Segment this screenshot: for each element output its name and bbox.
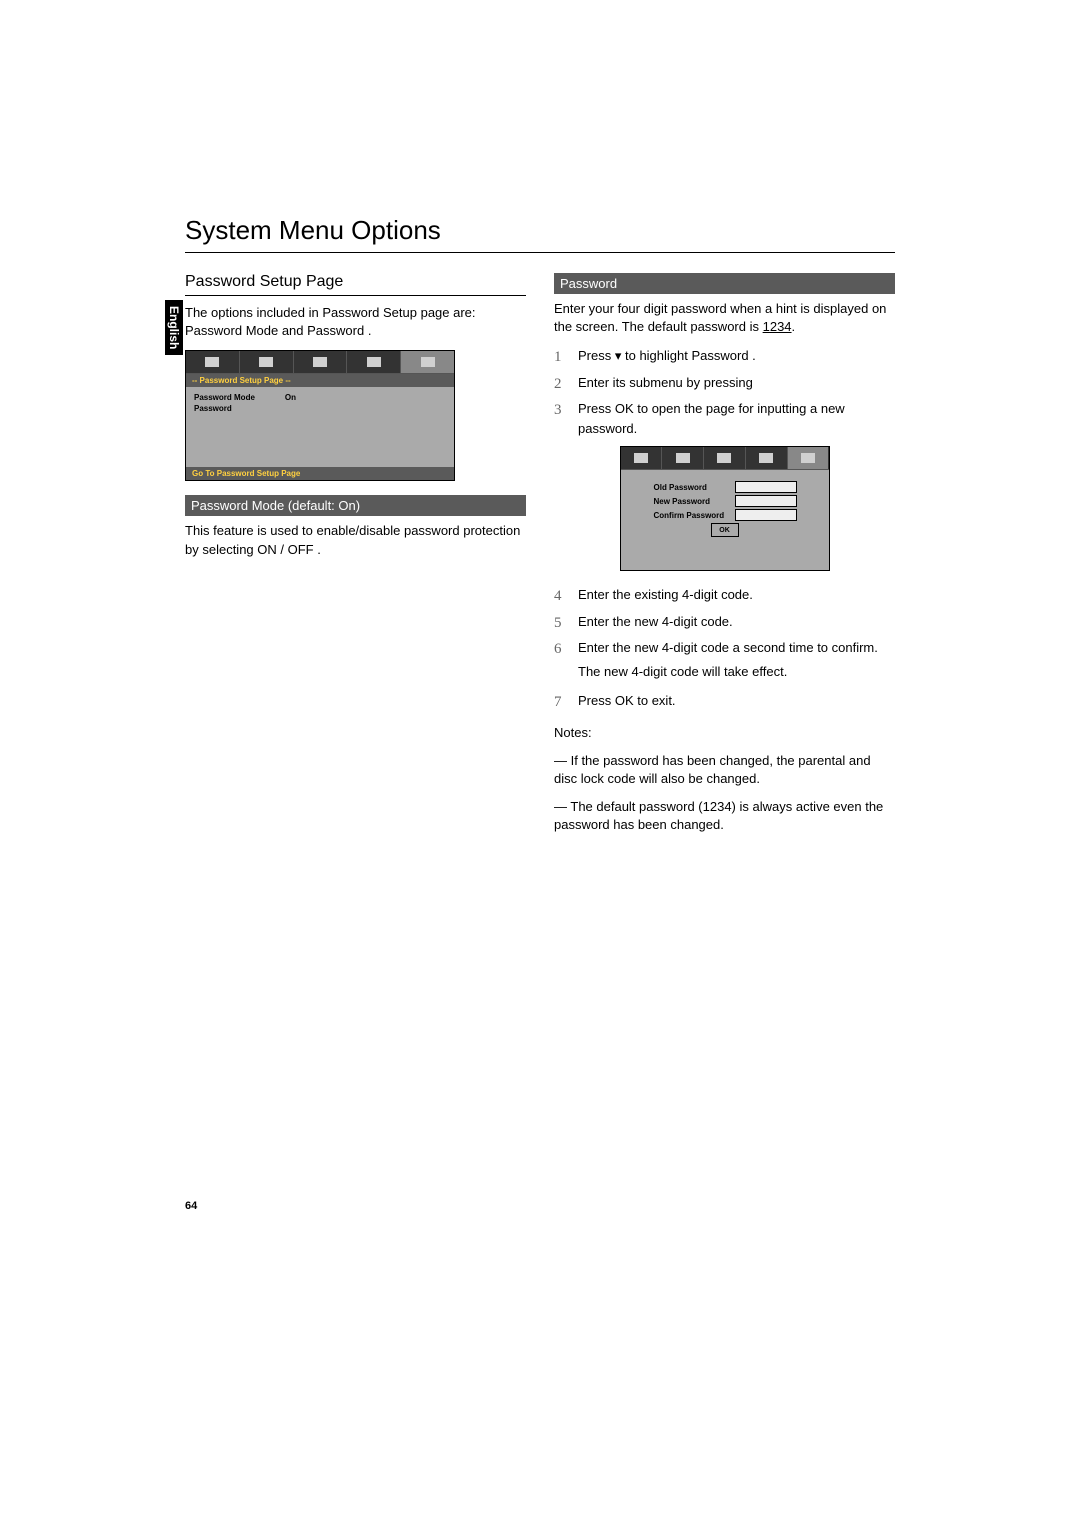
osd-tab-1	[186, 351, 240, 373]
steps-list-bottom-2: 7 Press OK to exit.	[554, 691, 895, 714]
text: Enter your four digit password when a hi…	[554, 301, 886, 334]
section-heading-password-setup: Password Setup Page	[185, 273, 526, 296]
osd-row-password-mode: Password Mode On	[194, 393, 446, 402]
osd-footer: Go To Password Setup Page	[186, 467, 454, 480]
osd-label: Confirm Password	[654, 511, 732, 520]
page-number: 64	[185, 1200, 197, 1212]
step-1: 1 Press ▾ to highlight Password .	[554, 346, 895, 369]
right-column: Password Enter your four digit password …	[554, 273, 895, 845]
osd-label: Old Password	[654, 483, 732, 492]
osd-tab-5	[401, 351, 454, 373]
note-1: — If the password has been changed, the …	[554, 752, 895, 788]
step-4: 4 Enter the existing 4-digit code.	[554, 585, 895, 608]
osd-tab-4	[347, 351, 401, 373]
osd-tab-4	[746, 447, 788, 469]
osd-label: Password	[194, 404, 232, 413]
globe-icon	[717, 453, 731, 463]
intro-text: The options included in Password Setup p…	[185, 304, 526, 340]
osd-row-password: Password	[194, 404, 446, 413]
speaker-icon	[259, 357, 273, 367]
step-7: 7 Press OK to exit.	[554, 691, 895, 714]
step-number: 4	[554, 585, 568, 608]
osd-label: New Password	[654, 497, 732, 506]
osd-value: On	[285, 393, 296, 402]
step-text: Press OK to open the page for inputting …	[578, 399, 895, 438]
step-text: Enter the new 4-digit code a second time…	[578, 638, 878, 661]
osd-body: Old Password New Password Confirm Passwo…	[621, 470, 829, 570]
note-2: — The default password (1234) is always …	[554, 798, 895, 834]
osd-title-bar: -- Password Setup Page --	[186, 374, 454, 387]
osd-body: Password Mode On Password	[186, 387, 454, 467]
step-number: 3	[554, 399, 568, 438]
steps-list-bottom: 4 Enter the existing 4-digit code. 5 Ent…	[554, 585, 895, 661]
step-3: 3 Press OK to open the page for inputtin…	[554, 399, 895, 438]
steps-list-top: 1 Press ▾ to highlight Password . 2 Ente…	[554, 346, 895, 438]
subheading-password-mode: Password Mode (default: On)	[185, 495, 526, 516]
osd-tab-3	[704, 447, 746, 469]
step-5: 5 Enter the new 4-digit code.	[554, 612, 895, 635]
step-6: 6 Enter the new 4-digit code a second ti…	[554, 638, 895, 661]
osd-password-setup-screenshot: -- Password Setup Page -- Password Mode …	[185, 350, 455, 481]
osd-row-old-password: Old Password	[631, 482, 819, 492]
osd-input-field	[736, 496, 796, 506]
osd-label: Password Mode	[194, 393, 255, 402]
speaker-icon	[676, 453, 690, 463]
osd-tab-5	[788, 447, 829, 469]
osd-password-entry-screenshot: Old Password New Password Confirm Passwo…	[620, 446, 830, 571]
lock-icon	[421, 357, 435, 367]
tv-icon	[634, 453, 648, 463]
globe-icon	[313, 357, 327, 367]
osd-tab-row	[621, 447, 829, 470]
page-title: System Menu Options	[185, 215, 895, 253]
osd-tab-row	[186, 351, 454, 374]
osd-tab-3	[294, 351, 348, 373]
video-icon	[367, 357, 381, 367]
osd-tab-2	[240, 351, 294, 373]
text: — The default password (	[554, 799, 703, 814]
osd-tab-1	[621, 447, 663, 469]
osd-input-field	[736, 482, 796, 492]
step-number: 1	[554, 346, 568, 369]
left-column: Password Setup Page The options included…	[185, 273, 526, 845]
tv-icon	[205, 357, 219, 367]
two-column-layout: Password Setup Page The options included…	[185, 273, 895, 845]
step-number: 2	[554, 373, 568, 396]
default-password-value: 1234	[703, 799, 732, 814]
password-mode-text: This feature is used to enable/disable p…	[185, 522, 526, 558]
step-2: 2 Enter its submenu by pressing	[554, 373, 895, 396]
subheading-password: Password	[554, 273, 895, 294]
step-number: 7	[554, 691, 568, 714]
page-content: System Menu Options Password Setup Page …	[185, 215, 895, 845]
notes-label: Notes:	[554, 724, 895, 742]
step-text: Enter its submenu by pressing	[578, 373, 753, 396]
osd-tab-2	[662, 447, 704, 469]
step-6-sub: The new 4-digit code will take effect.	[578, 663, 895, 681]
osd-ok-button: OK	[712, 524, 738, 536]
osd-row-confirm-password: Confirm Password	[631, 510, 819, 520]
step-number: 5	[554, 612, 568, 635]
step-text: Enter the new 4-digit code.	[578, 612, 733, 635]
lock-icon	[801, 453, 815, 463]
osd-input-field	[736, 510, 796, 520]
step-text: Press OK to exit.	[578, 691, 676, 714]
step-number: 6	[554, 638, 568, 661]
osd-row-new-password: New Password	[631, 496, 819, 506]
password-intro: Enter your four digit password when a hi…	[554, 300, 895, 336]
step-text: Enter the existing 4-digit code.	[578, 585, 753, 608]
language-side-tab: English	[165, 300, 183, 355]
step-text: Press ▾ to highlight Password .	[578, 346, 756, 369]
default-password-value: 1234	[763, 319, 792, 334]
video-icon	[759, 453, 773, 463]
